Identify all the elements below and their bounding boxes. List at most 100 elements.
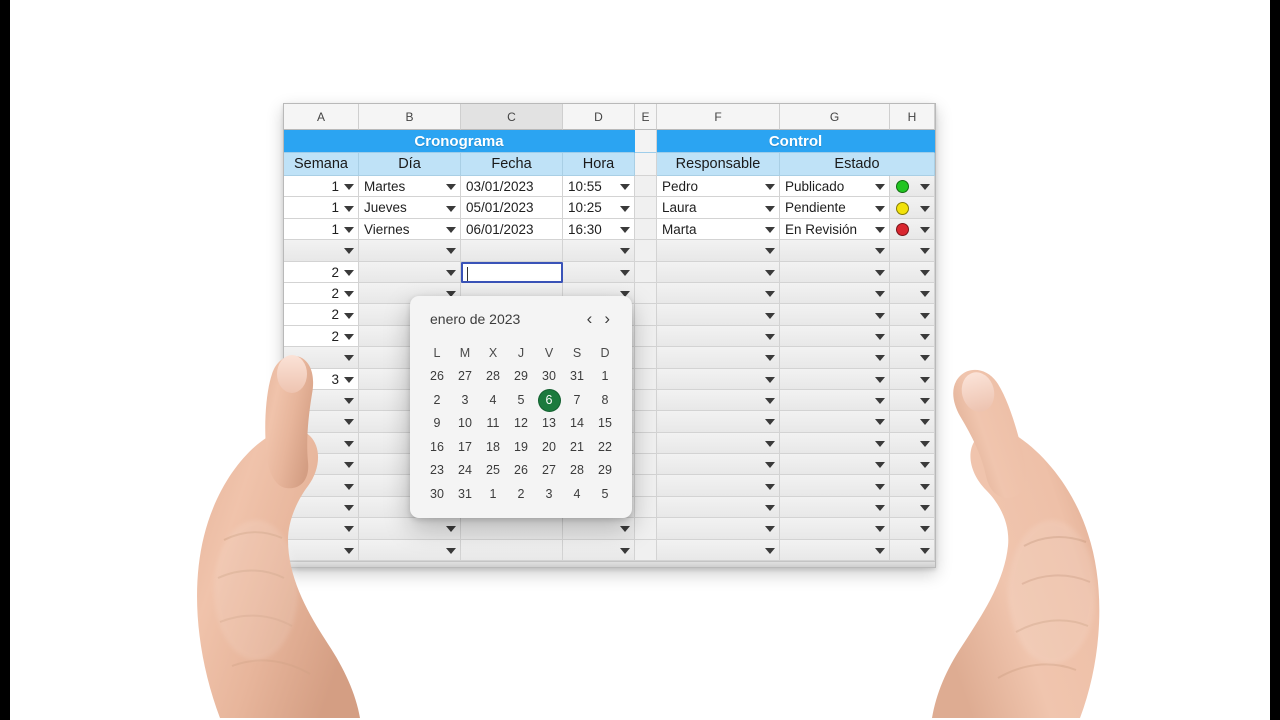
cell-semana[interactable]: 3	[284, 368, 359, 390]
chevron-down-icon[interactable]	[446, 547, 456, 554]
cell-dia[interactable]: Martes	[359, 176, 461, 198]
cell-indicador[interactable]	[890, 518, 935, 540]
cell-responsable[interactable]: Laura	[657, 197, 780, 219]
cell-dia[interactable]	[359, 240, 461, 262]
chevron-down-icon[interactable]	[920, 483, 930, 490]
chevron-down-icon[interactable]	[620, 547, 630, 554]
cell-semana[interactable]: 1	[284, 218, 359, 241]
cell-estado[interactable]	[780, 304, 890, 326]
chevron-down-icon[interactable]	[344, 291, 354, 298]
calendar-day[interactable]: 21	[563, 436, 591, 460]
cell-indicador[interactable]	[890, 539, 935, 562]
cell-estado[interactable]	[780, 518, 890, 540]
cell-responsable[interactable]	[657, 518, 780, 540]
calendar-day[interactable]: 29	[591, 459, 619, 483]
cell-semana[interactable]	[284, 347, 359, 369]
calendar-day[interactable]: 7	[563, 389, 591, 413]
cell-indicador[interactable]	[890, 282, 935, 305]
cell-indicador[interactable]	[890, 347, 935, 369]
calendar-day[interactable]: 18	[479, 436, 507, 460]
cell-indicador[interactable]	[890, 368, 935, 390]
chevron-down-icon[interactable]	[875, 483, 885, 490]
chevron-down-icon[interactable]	[765, 291, 775, 298]
calendar-day[interactable]: 28	[479, 365, 507, 389]
table-row[interactable]: 1 Martes 03/01/2023 10:55 Pedro Publicado	[284, 176, 935, 198]
chevron-down-icon[interactable]	[875, 376, 885, 383]
cell-dia[interactable]: Viernes	[359, 218, 461, 241]
column-header-e[interactable]: E	[635, 104, 657, 130]
chevron-down-icon[interactable]	[344, 355, 354, 362]
cell-semana[interactable]: 2	[284, 304, 359, 326]
cell-responsable[interactable]	[657, 496, 780, 519]
chevron-down-icon[interactable]	[875, 184, 885, 191]
calendar-day[interactable]: 4	[563, 483, 591, 507]
calendar-day[interactable]: 23	[423, 459, 451, 483]
cell-indicador[interactable]	[890, 197, 935, 219]
calendar-day[interactable]: 30	[423, 483, 451, 507]
cell-responsable[interactable]: Marta	[657, 218, 780, 241]
chevron-down-icon[interactable]	[875, 205, 885, 212]
cell-indicador[interactable]	[890, 496, 935, 519]
cell-responsable[interactable]	[657, 282, 780, 305]
calendar-day[interactable]: 14	[563, 412, 591, 436]
cell-indicador[interactable]	[890, 240, 935, 262]
chevron-down-icon[interactable]	[875, 269, 885, 276]
calendar-day[interactable]: 3	[451, 389, 479, 413]
calendar-day[interactable]: 10	[451, 412, 479, 436]
cell-responsable[interactable]	[657, 368, 780, 390]
chevron-down-icon[interactable]	[344, 419, 354, 426]
chevron-down-icon[interactable]	[344, 462, 354, 469]
chevron-down-icon[interactable]	[765, 312, 775, 319]
cell-semana[interactable]: 2	[284, 282, 359, 305]
cell-indicador[interactable]	[890, 261, 935, 283]
chevron-down-icon[interactable]	[620, 526, 630, 533]
chevron-down-icon[interactable]	[446, 269, 456, 276]
cell-responsable[interactable]	[657, 475, 780, 497]
chevron-down-icon[interactable]	[920, 333, 930, 340]
cell-dia[interactable]	[359, 518, 461, 540]
calendar-day[interactable]: 15	[591, 412, 619, 436]
column-header-d[interactable]: D	[563, 104, 635, 130]
column-header-f[interactable]: F	[657, 104, 780, 130]
chevron-down-icon[interactable]	[920, 440, 930, 447]
chevron-down-icon[interactable]	[344, 376, 354, 383]
chevron-down-icon[interactable]	[344, 184, 354, 191]
cell-estado[interactable]: En Revisión	[780, 218, 890, 241]
cell-semana[interactable]	[284, 539, 359, 562]
cell-estado[interactable]	[780, 325, 890, 348]
chevron-down-icon[interactable]	[920, 376, 930, 383]
chevron-down-icon[interactable]	[765, 184, 775, 191]
calendar-day[interactable]: 28	[563, 459, 591, 483]
calendar-day[interactable]: 20	[535, 436, 563, 460]
cell-fecha[interactable]	[461, 518, 563, 540]
chevron-down-icon[interactable]	[875, 226, 885, 233]
calendar-day[interactable]: 31	[563, 365, 591, 389]
chevron-down-icon[interactable]	[920, 269, 930, 276]
calendar-day[interactable]: 8	[591, 389, 619, 413]
calendar-day[interactable]: 2	[507, 483, 535, 507]
date-picker-grid[interactable]: L M X J V S D 26 27 28 29 30 31 1 2 3 4 5 6 7 8 9 10 11 12 13 14 15…	[422, 341, 620, 506]
calendar-day[interactable]: 27	[535, 459, 563, 483]
chevron-down-icon[interactable]	[344, 269, 354, 276]
calendar-day[interactable]: 29	[507, 365, 535, 389]
cell-hora[interactable]	[563, 539, 635, 562]
cell-hora[interactable]	[563, 240, 635, 262]
calendar-day[interactable]: 12	[507, 412, 535, 436]
chevron-down-icon[interactable]	[765, 333, 775, 340]
chevron-down-icon[interactable]	[620, 269, 630, 276]
calendar-day[interactable]: 27	[451, 365, 479, 389]
cell-responsable[interactable]	[657, 261, 780, 283]
cell-fecha[interactable]: 03/01/2023	[461, 176, 563, 198]
chevron-down-icon[interactable]	[765, 205, 775, 212]
calendar-day[interactable]: 31	[451, 483, 479, 507]
cell-indicador[interactable]	[890, 176, 935, 198]
chevron-down-icon[interactable]	[446, 526, 456, 533]
calendar-day[interactable]: 1	[479, 483, 507, 507]
calendar-day[interactable]: 2	[423, 389, 451, 413]
cell-dia[interactable]	[359, 539, 461, 562]
cell-fecha[interactable]	[461, 261, 563, 283]
chevron-down-icon[interactable]	[920, 526, 930, 533]
cell-semana[interactable]	[284, 240, 359, 262]
chevron-down-icon[interactable]	[765, 376, 775, 383]
calendar-day[interactable]: 24	[451, 459, 479, 483]
